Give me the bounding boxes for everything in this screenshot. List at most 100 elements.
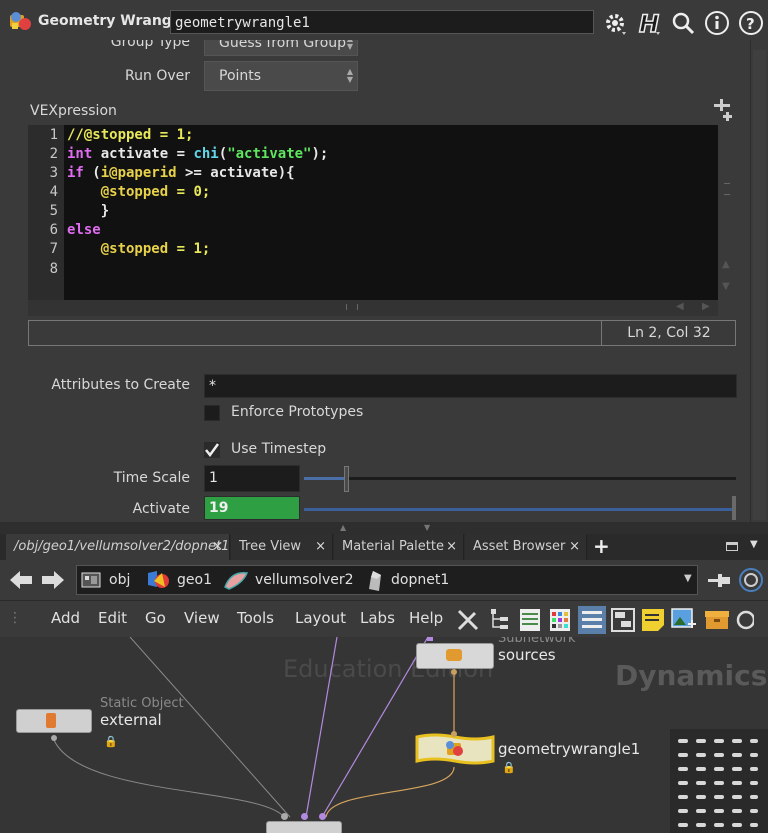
enforce-prototypes-checkbox[interactable] (204, 405, 220, 421)
code-vertical-scrollbar[interactable]: ▲ ▼ (718, 125, 736, 300)
search-icon[interactable] (670, 10, 696, 36)
time-scale-input[interactable]: 1 (204, 465, 300, 492)
menu-tools[interactable]: Tools (237, 609, 274, 627)
wrangle-input-connector[interactable] (451, 731, 457, 737)
scroll-up-arrow-icon[interactable]: ▲ (722, 259, 730, 270)
time-scale-slider-handle[interactable] (344, 466, 349, 492)
image-background-icon[interactable] (670, 607, 698, 633)
activate-slider-handle[interactable] (732, 496, 736, 520)
path-crumb-obj[interactable]: obj (109, 566, 130, 594)
sources-node[interactable] (416, 643, 494, 669)
attributes-to-create-input[interactable]: * (204, 374, 737, 398)
code-text: ( (218, 146, 228, 162)
code-horizontal-scrollbar[interactable]: ◀ ▶ (28, 300, 718, 316)
more-tools-icon[interactable] (734, 607, 754, 633)
group-type-label: Group Type (110, 40, 190, 50)
sources-input-connector[interactable] (427, 637, 433, 641)
menu-layout[interactable]: Layout (295, 609, 346, 627)
tab-asset-browser[interactable]: Asset Browser × (465, 534, 587, 560)
sources-node-name: sources (498, 646, 556, 664)
close-icon[interactable]: × (569, 534, 580, 560)
menu-add[interactable]: Add (51, 609, 80, 627)
link-radial-icon[interactable] (738, 567, 764, 593)
close-icon[interactable]: × (315, 534, 326, 560)
parameter-scroll-thumb[interactable] (753, 50, 766, 520)
menu-help[interactable]: Help (409, 609, 443, 627)
color-palette-icon[interactable] (548, 607, 572, 633)
tools-wrench-icon[interactable] (455, 607, 481, 633)
geo-node-icon (148, 571, 169, 588)
code-line-6: else (67, 222, 101, 238)
cursor-position: Ln 2, Col 32 (601, 321, 736, 345)
asset-box-icon[interactable] (704, 607, 730, 633)
parameter-scrollbar[interactable] (750, 40, 768, 522)
geometrywrangle1-node[interactable] (414, 733, 496, 767)
subnetwork-icon (446, 649, 462, 661)
scroll-left-arrow-icon[interactable]: ◀ (676, 301, 684, 312)
network-editor-canvas[interactable]: Education Edition Dynamics Subnetwork so… (0, 637, 768, 833)
collapse-up-icon[interactable]: ▲ (340, 523, 346, 532)
external-output-connector[interactable] (51, 735, 57, 741)
obj-context-icon (81, 572, 101, 588)
menu-go[interactable]: Go (145, 609, 166, 627)
network-overview-panel[interactable] (670, 729, 768, 833)
network-path-field[interactable]: obj geo1 vellumsolver2 dopnet1 ▼ (76, 565, 698, 595)
overview-node-marks (678, 739, 758, 827)
run-over-menu[interactable]: Points ▲ ▼ (204, 61, 358, 91)
gear-icon[interactable] (602, 10, 628, 36)
create-spare-parameter-icon[interactable] (708, 96, 736, 124)
time-scale-slider-fill (304, 477, 346, 480)
path-crumb-geo1[interactable]: geo1 (177, 566, 212, 594)
pin-icon[interactable] (706, 568, 732, 592)
tree-layout-icon[interactable] (488, 607, 512, 633)
scroll-down-arrow-icon[interactable]: ▼ (722, 281, 730, 292)
code-attribute: @stopped (67, 184, 169, 200)
activate-slider-track[interactable] (304, 508, 736, 511)
external-node-type: Static Object (100, 696, 184, 711)
scroll-right-arrow-icon[interactable]: ▶ (702, 301, 710, 312)
grid-view-icon[interactable] (578, 606, 606, 634)
network-menu-bar: ⋮ Add Edit Go View Tools Layout Labs Hel… (0, 601, 768, 637)
parameter-header: Geometry Wrangle geometrywrangle1 H ? (0, 0, 768, 40)
merge-input-connector[interactable] (301, 813, 308, 820)
node-name-input[interactable]: geometrywrangle1 (170, 10, 594, 34)
pane-menu-arrow-icon[interactable]: ▼ (750, 539, 758, 550)
tab-material-palette[interactable]: Material Palette × (334, 534, 464, 560)
activate-input[interactable]: 19 (204, 496, 300, 520)
merge-input-connector[interactable] (281, 813, 288, 820)
menu-arrows-icon: ▲▼ (346, 67, 353, 84)
menu-labs[interactable]: Labs (360, 609, 395, 627)
help-h-icon[interactable]: H (636, 10, 662, 36)
close-icon[interactable]: × (446, 534, 457, 560)
tab-tree-view[interactable]: Tree View × (231, 534, 333, 560)
path-crumb-dopnet1[interactable]: dopnet1 (391, 566, 449, 594)
time-scale-slider-track[interactable] (304, 477, 736, 480)
collapse-down-icon[interactable]: ▼ (424, 523, 430, 532)
info-icon[interactable] (704, 10, 730, 36)
path-dropdown-icon[interactable]: ▼ (684, 573, 692, 584)
external-node[interactable] (16, 709, 92, 733)
pane-tab-bar: /obj/geo1/vellumsolver2/dopnet1 × Tree V… (0, 534, 768, 560)
code-line-2: int activate = chi("activate"); (67, 146, 328, 162)
sources-output-connector[interactable] (451, 669, 457, 675)
tab-network-editor[interactable]: /obj/geo1/vellumsolver2/dopnet1 × (6, 534, 230, 560)
close-icon[interactable]: × (212, 534, 223, 560)
menu-edit[interactable]: Edit (98, 609, 127, 627)
forward-arrow-icon[interactable] (40, 568, 66, 592)
sticky-note-icon[interactable] (640, 607, 666, 633)
network-box-icon[interactable] (610, 607, 636, 633)
menu-view[interactable]: View (184, 609, 220, 627)
list-view-icon[interactable] (518, 607, 542, 633)
group-type-menu[interactable]: Guess from Group ▲▼ (204, 40, 358, 56)
merge-input-connector[interactable] (319, 813, 326, 820)
pane-divider[interactable]: ▲ ▼ (0, 522, 768, 534)
menu-grip-icon: ⋮ (8, 610, 22, 626)
maximize-pane-icon[interactable] (726, 542, 738, 551)
back-arrow-icon[interactable] (8, 568, 34, 592)
path-crumb-vellumsolver2[interactable]: vellumsolver2 (255, 566, 354, 594)
tab-label: /obj/geo1/vellumsolver2/dopnet1 (14, 539, 230, 554)
add-tab-icon[interactable]: + (593, 534, 610, 558)
question-icon[interactable]: ? (738, 10, 764, 36)
use-timestep-checkbox[interactable] (204, 442, 220, 458)
merge-node[interactable] (266, 821, 342, 833)
